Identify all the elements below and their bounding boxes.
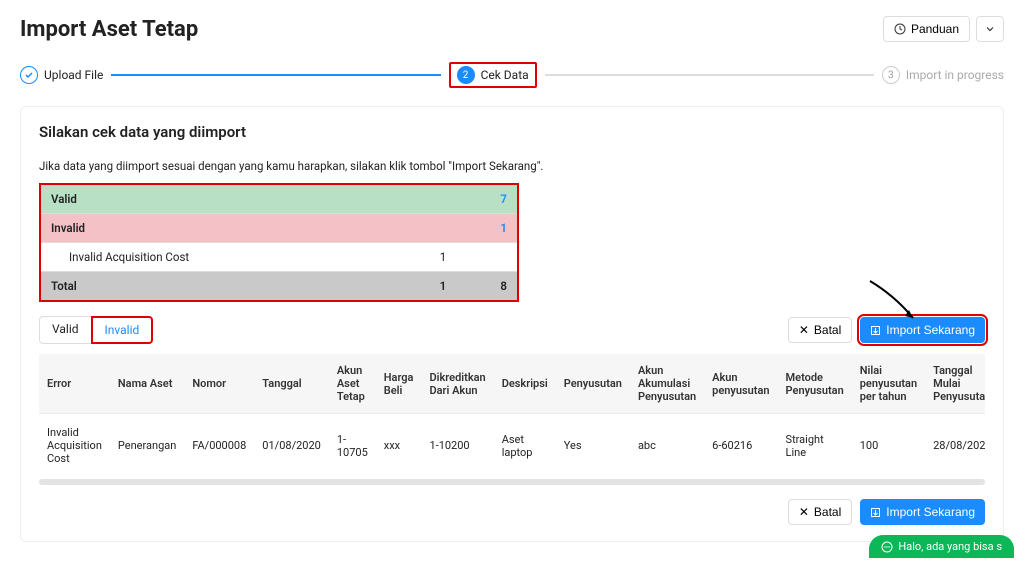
cell-nama: Penerangan	[110, 414, 184, 478]
cell-penyusutan: Yes	[556, 414, 630, 478]
cell-tgl-mulai: 28/08/2020	[925, 414, 985, 478]
col-nilai: Nilai penyusutan per tahun	[852, 354, 925, 414]
card-title: Silakan cek data yang diimport	[39, 123, 985, 141]
step-label: Import in progress	[906, 68, 1004, 82]
col-metode: Metode Penyusutan	[778, 354, 852, 414]
summary-total-a: 1	[397, 272, 457, 302]
step-label: Cek Data	[481, 68, 529, 82]
summary-label: Invalid	[40, 214, 397, 243]
guide-label: Panduan	[911, 22, 959, 36]
cell-metode: Straight Line	[778, 414, 852, 478]
import-label: Import Sekarang	[886, 505, 975, 519]
col-nomor: Nomor	[184, 354, 254, 414]
chat-bubble-icon	[881, 541, 893, 553]
col-harga: Harga Beli	[376, 354, 422, 414]
chevron-down-icon	[985, 24, 995, 34]
cancel-label: Batal	[814, 505, 841, 519]
col-penyusutan: Penyusutan	[556, 354, 630, 414]
check-icon	[20, 66, 38, 84]
table-row: Invalid Acquisition Cost Penerangan FA/0…	[39, 414, 985, 478]
horizontal-scrollbar[interactable]	[39, 479, 985, 485]
page-title: Import Aset Tetap	[20, 17, 198, 42]
cell-akun-peny: 6-60216	[704, 414, 777, 478]
cell-harga: xxx	[376, 414, 422, 478]
table-header-row: Error Nama Aset Nomor Tanggal Akun Aset …	[39, 354, 985, 414]
validity-tabs: Valid Invalid	[39, 316, 153, 344]
col-nama: Nama Aset	[110, 354, 184, 414]
summary-invalid-row: Invalid 1	[40, 214, 518, 243]
summary-total-b: 8	[456, 272, 518, 302]
tab-invalid[interactable]: Invalid	[91, 316, 154, 344]
col-tgl-mulai: Tanggal Mulai Penyusutan	[925, 354, 985, 414]
cell-deskripsi: Aset laptop	[494, 414, 556, 478]
review-card: Silakan cek data yang diimport Jika data…	[20, 106, 1004, 542]
import-button-bottom[interactable]: Import Sekarang	[860, 499, 985, 525]
cell-tanggal: 01/08/2020	[254, 414, 329, 478]
summary-detail-row: Invalid Acquisition Cost 1	[40, 243, 518, 272]
cell-dikreditkan: 1-10200	[421, 414, 493, 478]
col-akun-peny: Akun penyusutan	[704, 354, 777, 414]
col-akun-tetap: Akun Aset Tetap	[329, 354, 376, 414]
clock-icon	[894, 23, 906, 35]
summary-label: Valid	[40, 184, 397, 214]
summary-total-row: Total 1 8	[40, 272, 518, 302]
import-icon	[870, 507, 881, 518]
tab-valid[interactable]: Valid	[39, 316, 91, 344]
chat-widget[interactable]: Halo, ada yang bisa s	[869, 535, 1014, 558]
summary-valid-row: Valid 7	[40, 184, 518, 214]
import-icon	[870, 325, 881, 336]
step-connector	[111, 74, 440, 76]
step-label: Upload File	[44, 68, 103, 82]
step-upload: Upload File	[20, 66, 103, 84]
card-hint: Jika data yang diimport sesuai dengan ya…	[39, 159, 985, 173]
step-import-progress: 3 Import in progress	[882, 66, 1004, 84]
col-error: Error	[39, 354, 110, 414]
step-number: 2	[457, 66, 475, 84]
close-icon: ✕	[799, 505, 809, 519]
cell-akun-akum: abc	[630, 414, 704, 478]
col-dikreditkan: Dikreditkan Dari Akun	[421, 354, 493, 414]
col-tanggal: Tanggal	[254, 354, 329, 414]
summary-table: Valid 7 Invalid 1 Invalid Acquisition Co…	[39, 183, 519, 302]
col-akun-akum: Akun Akumulasi Penyusutan	[630, 354, 704, 414]
step-number: 3	[882, 66, 900, 84]
summary-detail-count: 1	[397, 243, 457, 272]
stepper: Upload File 2 Cek Data 3 Import in progr…	[20, 62, 1004, 88]
cell-nomor: FA/000008	[184, 414, 254, 478]
close-icon: ✕	[799, 323, 809, 337]
cancel-button-top[interactable]: ✕ Batal	[788, 317, 852, 343]
guide-dropdown-button[interactable]	[976, 16, 1004, 42]
step-cek-data: 2 Cek Data	[449, 62, 537, 88]
summary-count[interactable]: 7	[456, 184, 518, 214]
cell-error: Invalid Acquisition Cost	[39, 414, 110, 478]
chat-text: Halo, ada yang bisa s	[898, 540, 1002, 553]
step-connector	[545, 74, 874, 76]
cell-akun-tetap: 1-10705	[329, 414, 376, 478]
summary-label: Total	[40, 272, 397, 302]
summary-detail-label: Invalid Acquisition Cost	[40, 243, 397, 272]
guide-button[interactable]: Panduan	[883, 16, 970, 42]
cell-nilai: 100	[852, 414, 925, 478]
summary-count[interactable]: 1	[456, 214, 518, 243]
cancel-label: Batal	[814, 323, 841, 337]
col-deskripsi: Deskripsi	[494, 354, 556, 414]
annotation-arrow	[865, 276, 925, 326]
invalid-data-table: Error Nama Aset Nomor Tanggal Akun Aset …	[39, 354, 985, 485]
cancel-button-bottom[interactable]: ✕ Batal	[788, 499, 852, 525]
